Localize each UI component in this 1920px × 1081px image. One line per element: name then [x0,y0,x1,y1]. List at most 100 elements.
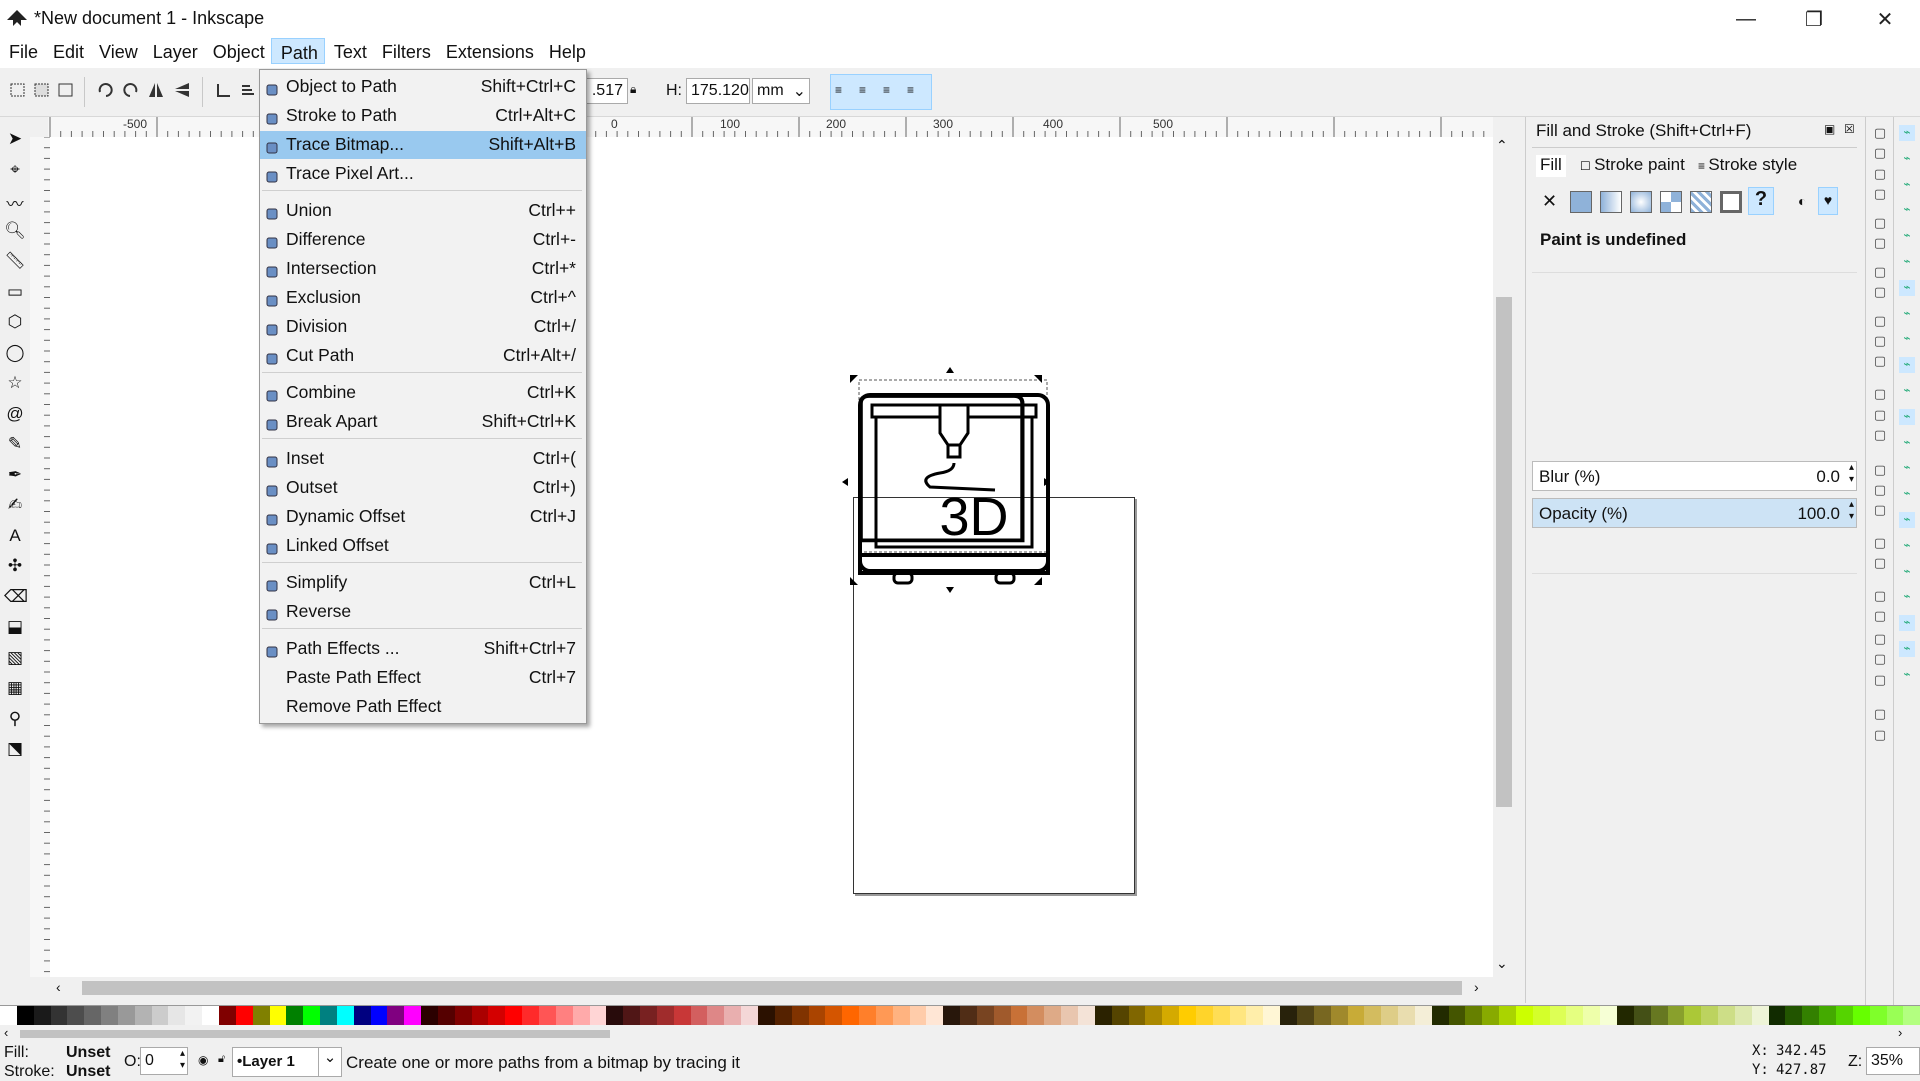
layers-icon[interactable]: ▢ [1872,631,1888,647]
open-icon[interactable]: ▢ [1872,145,1888,161]
menu-edit[interactable]: Edit [44,38,90,68]
snap-toggle-icon[interactable]: ⌁ [1899,125,1915,141]
scale-stroke-icon[interactable]: ≡ [835,83,842,97]
palette-swatch[interactable] [690,1006,708,1026]
palette-swatch[interactable] [1414,1006,1432,1026]
tweak-tool-icon[interactable]: 〰 [4,190,26,214]
menu-item-object-to-path[interactable]: Object to Path Shift+Ctrl+C [260,73,586,101]
snap-toggle-icon[interactable]: ⌁ [1899,641,1915,657]
tab-stroke-style[interactable]: ≡ Stroke style [1698,155,1797,175]
gradient-tool-icon[interactable]: ▧ [4,648,26,670]
vertical-scroll-thumb[interactable] [1496,297,1512,807]
palette-swatch[interactable] [859,1006,876,1026]
palette-swatch[interactable] [1600,1006,1617,1026]
linear-gradient-icon[interactable] [1600,191,1622,213]
palette-swatch[interactable] [1768,1006,1786,1026]
paint-bucket-tool-icon[interactable]: ⬓ [4,617,26,639]
flip-vertical-icon[interactable] [172,80,192,100]
menu-file[interactable]: File [0,38,44,68]
palette-swatch[interactable] [471,1006,489,1026]
palette-swatch[interactable] [1347,1006,1365,1026]
palette-swatch[interactable] [134,1006,152,1026]
snap-toggle-icon[interactable]: ⌁ [1899,177,1915,193]
palette-swatch[interactable] [1229,1006,1247,1026]
zoom-drawing-icon[interactable]: ▢ [1872,407,1888,423]
palette-swatch[interactable] [1078,1006,1095,1026]
zoom-input[interactable]: 35% [1866,1047,1920,1075]
no-paint-icon[interactable]: ✕ [1542,191,1557,212]
palette-swatch[interactable] [1701,1006,1719,1026]
select-all-icon[interactable] [8,80,28,100]
palette-swatch[interactable] [488,1006,506,1026]
palette-swatch[interactable] [33,1006,51,1026]
menu-item-inset[interactable]: Inset Ctrl+( [260,445,586,473]
palette-swatch[interactable] [1751,1006,1769,1026]
palette-swatch[interactable] [218,1006,236,1026]
cut-icon[interactable]: ▢ [1872,333,1888,349]
snap-toggle-icon[interactable]: ⌁ [1899,331,1915,347]
menu-item-cut-path[interactable]: Cut Path Ctrl+Alt+/ [260,342,586,370]
palette-swatch[interactable] [960,1006,977,1026]
snap-toggle-icon[interactable]: ⌁ [1899,408,1915,425]
palette-swatch[interactable] [539,1006,556,1026]
flat-color-icon[interactable] [1570,191,1592,213]
palette-swatch[interactable] [707,1006,725,1026]
rotate-ccw-icon[interactable] [96,80,116,100]
palette-swatch[interactable] [1145,1006,1163,1026]
spiral-tool-icon[interactable]: @ [4,404,26,426]
select-all-layers-icon[interactable] [32,80,52,100]
palette-swatch[interactable] [909,1006,927,1026]
palette-swatch[interactable] [1532,1006,1550,1026]
eraser-tool-icon[interactable]: ⌫ [4,587,28,609]
pen-tool-icon[interactable]: ✒ [4,465,26,487]
xml-editor-icon[interactable]: ▢ [1872,651,1888,667]
palette-swatch[interactable] [656,1006,674,1026]
palette-swatch[interactable] [842,1006,860,1026]
palette-swatch[interactable] [1448,1006,1466,1026]
layer-lock-icon[interactable]: 🔓︎ [218,1053,225,1066]
horizontal-scroll-thumb[interactable] [82,981,1462,995]
palette-swatch[interactable] [50,1006,68,1026]
palette-swatch[interactable] [892,1006,910,1026]
group-icon[interactable]: ▢ [1872,535,1888,551]
lower-to-bottom-icon[interactable] [214,80,234,100]
opacity-slider[interactable]: Opacity (%) 100.0 ▴ ▾ [1532,498,1857,528]
width-field[interactable]: .517 [580,78,628,104]
scroll-up-icon[interactable]: ⌃ [1496,137,1508,154]
palette-swatch[interactable] [943,1006,961,1026]
print-icon[interactable]: ▢ [1872,186,1888,202]
copy-icon[interactable]: ▢ [1872,313,1888,329]
menu-item-union[interactable]: Union Ctrl++ [260,197,586,225]
palette-swatch[interactable] [976,1006,994,1026]
palette-swatch[interactable] [320,1006,337,1026]
palette-swatch[interactable] [875,1006,893,1026]
palette-swatch[interactable] [1667,1006,1685,1026]
fill-stroke-icon[interactable]: ▢ [1872,588,1888,604]
horizontal-scrollbar[interactable]: ‹ › [50,977,1493,999]
menu-item-dynamic-offset[interactable]: Dynamic Offset Ctrl+J [260,503,586,531]
palette-swatch[interactable] [1398,1006,1415,1026]
menu-item-combine[interactable]: Combine Ctrl+K [260,379,586,407]
palette-swatch[interactable] [555,1006,573,1026]
printer-drawing[interactable]: 3D [820,345,1070,605]
palette-swatch[interactable] [741,1006,758,1026]
palette-swatch[interactable] [151,1006,169,1026]
snap-toggle-icon[interactable]: ⌁ [1899,564,1915,580]
snap-toggle-icon[interactable]: ⌁ [1899,667,1915,683]
palette-swatch[interactable] [1246,1006,1264,1026]
palette-swatch[interactable] [387,1006,405,1026]
palette-swatch[interactable] [84,1006,102,1026]
palette-swatch[interactable] [1313,1006,1331,1026]
palette-swatch[interactable] [774,1006,792,1026]
palette-swatch[interactable] [1212,1006,1230,1026]
palette-swatch[interactable] [437,1006,455,1026]
palette-swatch[interactable] [353,1006,371,1026]
fill-rule-nonzero-icon[interactable]: ♥ [1818,187,1838,215]
palette-scroll-right-icon[interactable]: › [1898,1025,1902,1040]
clone-icon[interactable]: ▢ [1872,482,1888,498]
palette-swatch[interactable] [1566,1006,1584,1026]
paste-icon[interactable]: ▢ [1872,353,1888,369]
stroke-value[interactable]: Unset [66,1063,110,1081]
new-icon[interactable]: ▢ [1872,125,1888,141]
palette-scrollbar[interactable]: ‹ › [0,1025,1920,1043]
